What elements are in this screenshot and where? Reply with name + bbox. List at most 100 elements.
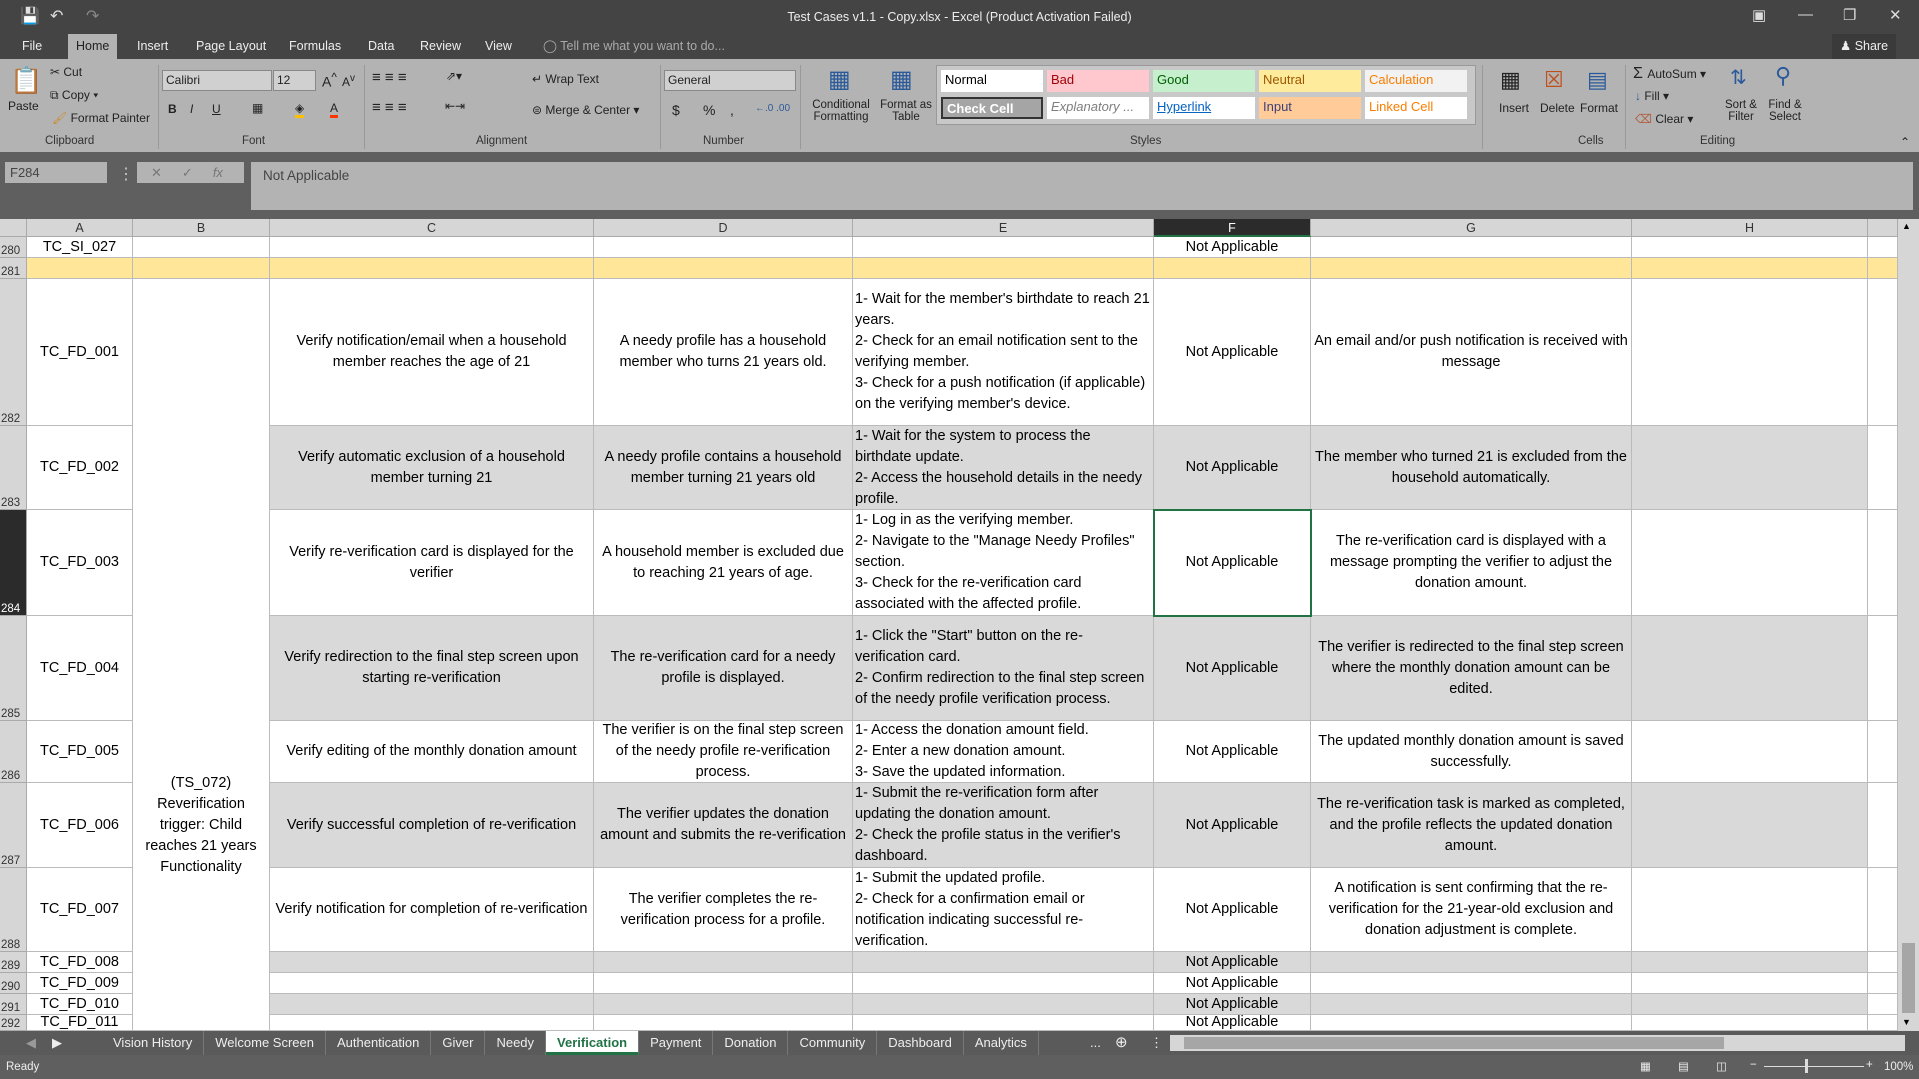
cell-h289[interactable]: [1632, 952, 1868, 973]
tab-insert[interactable]: Insert: [129, 34, 176, 59]
cell-e291[interactable]: [853, 994, 1154, 1015]
cell-e284[interactable]: 1- Log in as the verifying member. 2- Na…: [853, 510, 1154, 616]
cell-style-normal[interactable]: Normal: [941, 70, 1043, 92]
cell-e287[interactable]: 1- Submit the re-verification form after…: [853, 783, 1154, 868]
sheet-tab-dashboard[interactable]: Dashboard: [877, 1031, 964, 1055]
cell-c288[interactable]: Verify notification for completion of re…: [270, 868, 594, 952]
cut-button[interactable]: ✂ Cut: [50, 65, 82, 79]
cell-e283[interactable]: 1- Wait for the system to process the bi…: [853, 426, 1154, 510]
formula-input[interactable]: Not Applicable: [251, 162, 1913, 210]
percent-button[interactable]: %: [703, 102, 715, 118]
orientation-icon[interactable]: ⇗▾: [446, 69, 462, 83]
cell-style-explanatory[interactable]: Explanatory ...: [1047, 97, 1149, 119]
cell-f280[interactable]: Not Applicable: [1154, 237, 1311, 258]
decrease-font-icon[interactable]: Av: [342, 73, 355, 89]
splitter-icon[interactable]: ⋮: [1150, 1035, 1163, 1051]
cell-g290[interactable]: [1311, 973, 1632, 994]
cell-c285[interactable]: Verify redirection to the final step scr…: [270, 616, 594, 721]
cell-g287[interactable]: The re-verification task is marked as co…: [1311, 783, 1632, 868]
collapse-ribbon-icon[interactable]: ⌃: [1900, 135, 1910, 149]
align-top-icons[interactable]: ≡ ≡ ≡: [372, 69, 407, 86]
cell-style-input[interactable]: Input: [1259, 97, 1361, 119]
increase-font-icon[interactable]: A^: [322, 71, 337, 90]
cell-g281[interactable]: [1311, 258, 1632, 279]
zoom-in-icon[interactable]: +: [1866, 1059, 1873, 1071]
cell-h285[interactable]: [1632, 616, 1868, 721]
cell-f290[interactable]: Not Applicable: [1154, 973, 1311, 994]
zoom-slider-thumb[interactable]: [1805, 1059, 1808, 1073]
cell-b281[interactable]: [133, 258, 270, 279]
cell-h280[interactable]: [1632, 237, 1868, 258]
cell-a291[interactable]: TC_FD_010: [27, 994, 133, 1015]
cell-h282[interactable]: [1632, 279, 1868, 426]
sheet-tab-vision-history[interactable]: Vision History: [102, 1031, 205, 1055]
cell-d286[interactable]: The verifier is on the final step screen…: [594, 721, 853, 783]
sheet-tab-analytics[interactable]: Analytics: [964, 1031, 1039, 1055]
cell-a283[interactable]: TC_FD_002: [27, 426, 133, 510]
column-header-d[interactable]: D: [594, 219, 853, 237]
cell-c289[interactable]: [270, 952, 594, 973]
cell-f288[interactable]: Not Applicable: [1154, 868, 1311, 952]
tab-data[interactable]: Data: [360, 34, 402, 59]
page-layout-view-icon[interactable]: ▤: [1678, 1059, 1689, 1073]
cell-a289[interactable]: TC_FD_008: [27, 952, 133, 973]
scroll-thumb[interactable]: [1902, 943, 1915, 1013]
row-header-280[interactable]: 280: [0, 237, 27, 258]
share-button[interactable]: ♟ Share: [1832, 34, 1897, 59]
minimize-icon[interactable]: —: [1798, 6, 1813, 23]
horizontal-scrollbar[interactable]: [1170, 1035, 1905, 1051]
cell-h288[interactable]: [1632, 868, 1868, 952]
cell-d280[interactable]: [594, 237, 853, 258]
font-size-select[interactable]: 12: [273, 70, 316, 91]
tell-me-search[interactable]: ◯ Tell me what you want to do...: [535, 34, 733, 59]
prev-sheet-icon[interactable]: ◀: [26, 1035, 36, 1051]
cell-c290[interactable]: [270, 973, 594, 994]
number-format-select[interactable]: General: [664, 70, 796, 91]
cell-d282[interactable]: A needy profile has a household member w…: [594, 279, 853, 426]
clear-button[interactable]: ⌫ Clear ▾: [1635, 112, 1693, 126]
find-select-button[interactable]: Find & Select: [1764, 99, 1806, 123]
cell-d290[interactable]: [594, 973, 853, 994]
column-header-a[interactable]: A: [27, 219, 133, 237]
column-header-c[interactable]: C: [270, 219, 594, 237]
bold-button[interactable]: B: [168, 102, 177, 116]
cell-a288[interactable]: TC_FD_007: [27, 868, 133, 952]
cell-e286[interactable]: 1- Access the donation amount field. 2- …: [853, 721, 1154, 783]
row-header-291[interactable]: 291: [0, 994, 27, 1015]
fill-button[interactable]: ↓ Fill ▾: [1635, 89, 1669, 103]
underline-button[interactable]: U: [212, 102, 221, 116]
cell-a287[interactable]: TC_FD_006: [27, 783, 133, 868]
delete-button[interactable]: Delete: [1540, 101, 1575, 115]
cell-b280[interactable]: [133, 237, 270, 258]
cell-g285[interactable]: The verifier is redirected to the final …: [1311, 616, 1632, 721]
row-header-282[interactable]: 282: [0, 279, 27, 426]
decimal-icons[interactable]: ←.0 .00: [755, 103, 790, 114]
cell-h292[interactable]: [1632, 1015, 1868, 1031]
sheet-tab-community[interactable]: Community: [788, 1031, 878, 1055]
sheet-tab-giver[interactable]: Giver: [431, 1031, 486, 1055]
h-scroll-thumb[interactable]: [1184, 1037, 1724, 1049]
cell-e281[interactable]: [853, 258, 1154, 279]
sheet-tab-needy[interactable]: Needy: [485, 1031, 547, 1055]
cell-f289[interactable]: Not Applicable: [1154, 952, 1311, 973]
cell-h287[interactable]: [1632, 783, 1868, 868]
cell-a284[interactable]: TC_FD_003: [27, 510, 133, 616]
tab-home[interactable]: Home: [68, 34, 118, 59]
cell-c287[interactable]: Verify successful completion of re-verif…: [270, 783, 594, 868]
tab-formulas[interactable]: Formulas: [281, 34, 349, 59]
cell-a282[interactable]: TC_FD_001: [27, 279, 133, 426]
cell-f287[interactable]: Not Applicable: [1154, 783, 1311, 868]
cancel-icon[interactable]: ✕: [151, 165, 162, 180]
next-sheet-icon[interactable]: ▶: [52, 1035, 62, 1051]
zoom-slider[interactable]: [1764, 1066, 1864, 1067]
borders-icon[interactable]: ▦: [252, 101, 263, 115]
conditional-formatting-button[interactable]: Conditional Formatting: [808, 99, 874, 123]
cell-a281[interactable]: [27, 258, 133, 279]
cell-g280[interactable]: [1311, 237, 1632, 258]
zoom-out-icon[interactable]: −: [1750, 1059, 1757, 1071]
cell-e285[interactable]: 1- Click the "Start" button on the re-ve…: [853, 616, 1154, 721]
row-header-292[interactable]: 292: [0, 1015, 27, 1031]
close-icon[interactable]: ✕: [1889, 6, 1902, 24]
column-header-b[interactable]: B: [133, 219, 270, 237]
insert-button[interactable]: Insert: [1499, 101, 1529, 115]
